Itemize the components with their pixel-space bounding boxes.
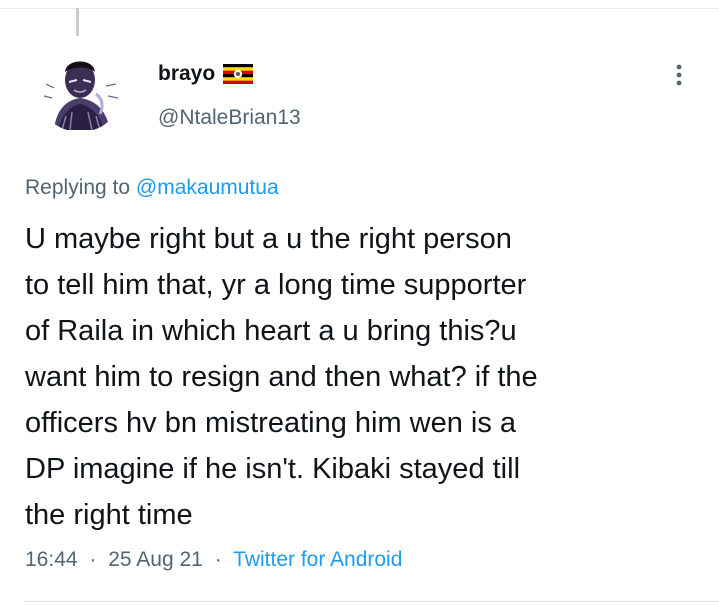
tweet-text-line: of Raila in which heart a u bring this?u bbox=[25, 315, 517, 347]
tweet-text-line: DP imagine if he isn't. Kibaki stayed ti… bbox=[25, 453, 521, 485]
tweet-date[interactable]: 25 Aug 21 bbox=[108, 548, 203, 571]
replying-to-line: Replying to @makaumutua bbox=[25, 176, 279, 200]
tweet-text-line: officers hv bn mistreating him wen is a bbox=[25, 407, 517, 439]
meta-separator: · bbox=[214, 548, 222, 571]
tweet-text-line: the right time bbox=[25, 499, 193, 531]
tweet-text: U maybe right but a u the right person t… bbox=[25, 216, 705, 538]
tweet-time[interactable]: 16:44 bbox=[25, 548, 78, 571]
bottom-divider bbox=[25, 601, 719, 602]
tweet-detail: brayo @NtaleBrian13 Replying to @makaumu… bbox=[0, 0, 719, 605]
avatar-image bbox=[36, 44, 124, 132]
more-options-button[interactable] bbox=[664, 60, 694, 90]
tweet-text-line: U maybe right but a u the right person bbox=[25, 223, 512, 255]
author-handle[interactable]: @NtaleBrian13 bbox=[158, 106, 301, 130]
display-name[interactable]: brayo bbox=[158, 62, 215, 86]
tweet-meta: 16:44 · 25 Aug 21 · Twitter for Android bbox=[25, 548, 402, 572]
replying-prefix: Replying to bbox=[25, 176, 131, 199]
replying-to-mention[interactable]: @makaumutua bbox=[136, 176, 279, 199]
more-vertical-icon bbox=[676, 64, 682, 86]
uganda-flag-icon bbox=[223, 64, 254, 84]
author-name-row[interactable]: brayo bbox=[158, 59, 254, 89]
reply-thread-line bbox=[76, 8, 79, 36]
avatar[interactable] bbox=[36, 44, 124, 132]
tweet-source-link[interactable]: Twitter for Android bbox=[233, 548, 402, 571]
top-divider bbox=[0, 8, 719, 9]
tweet-text-line: to tell him that, yr a long time support… bbox=[25, 269, 527, 301]
tweet-text-line: want him to resign and then what? if the bbox=[25, 361, 538, 393]
meta-separator: · bbox=[89, 548, 97, 571]
